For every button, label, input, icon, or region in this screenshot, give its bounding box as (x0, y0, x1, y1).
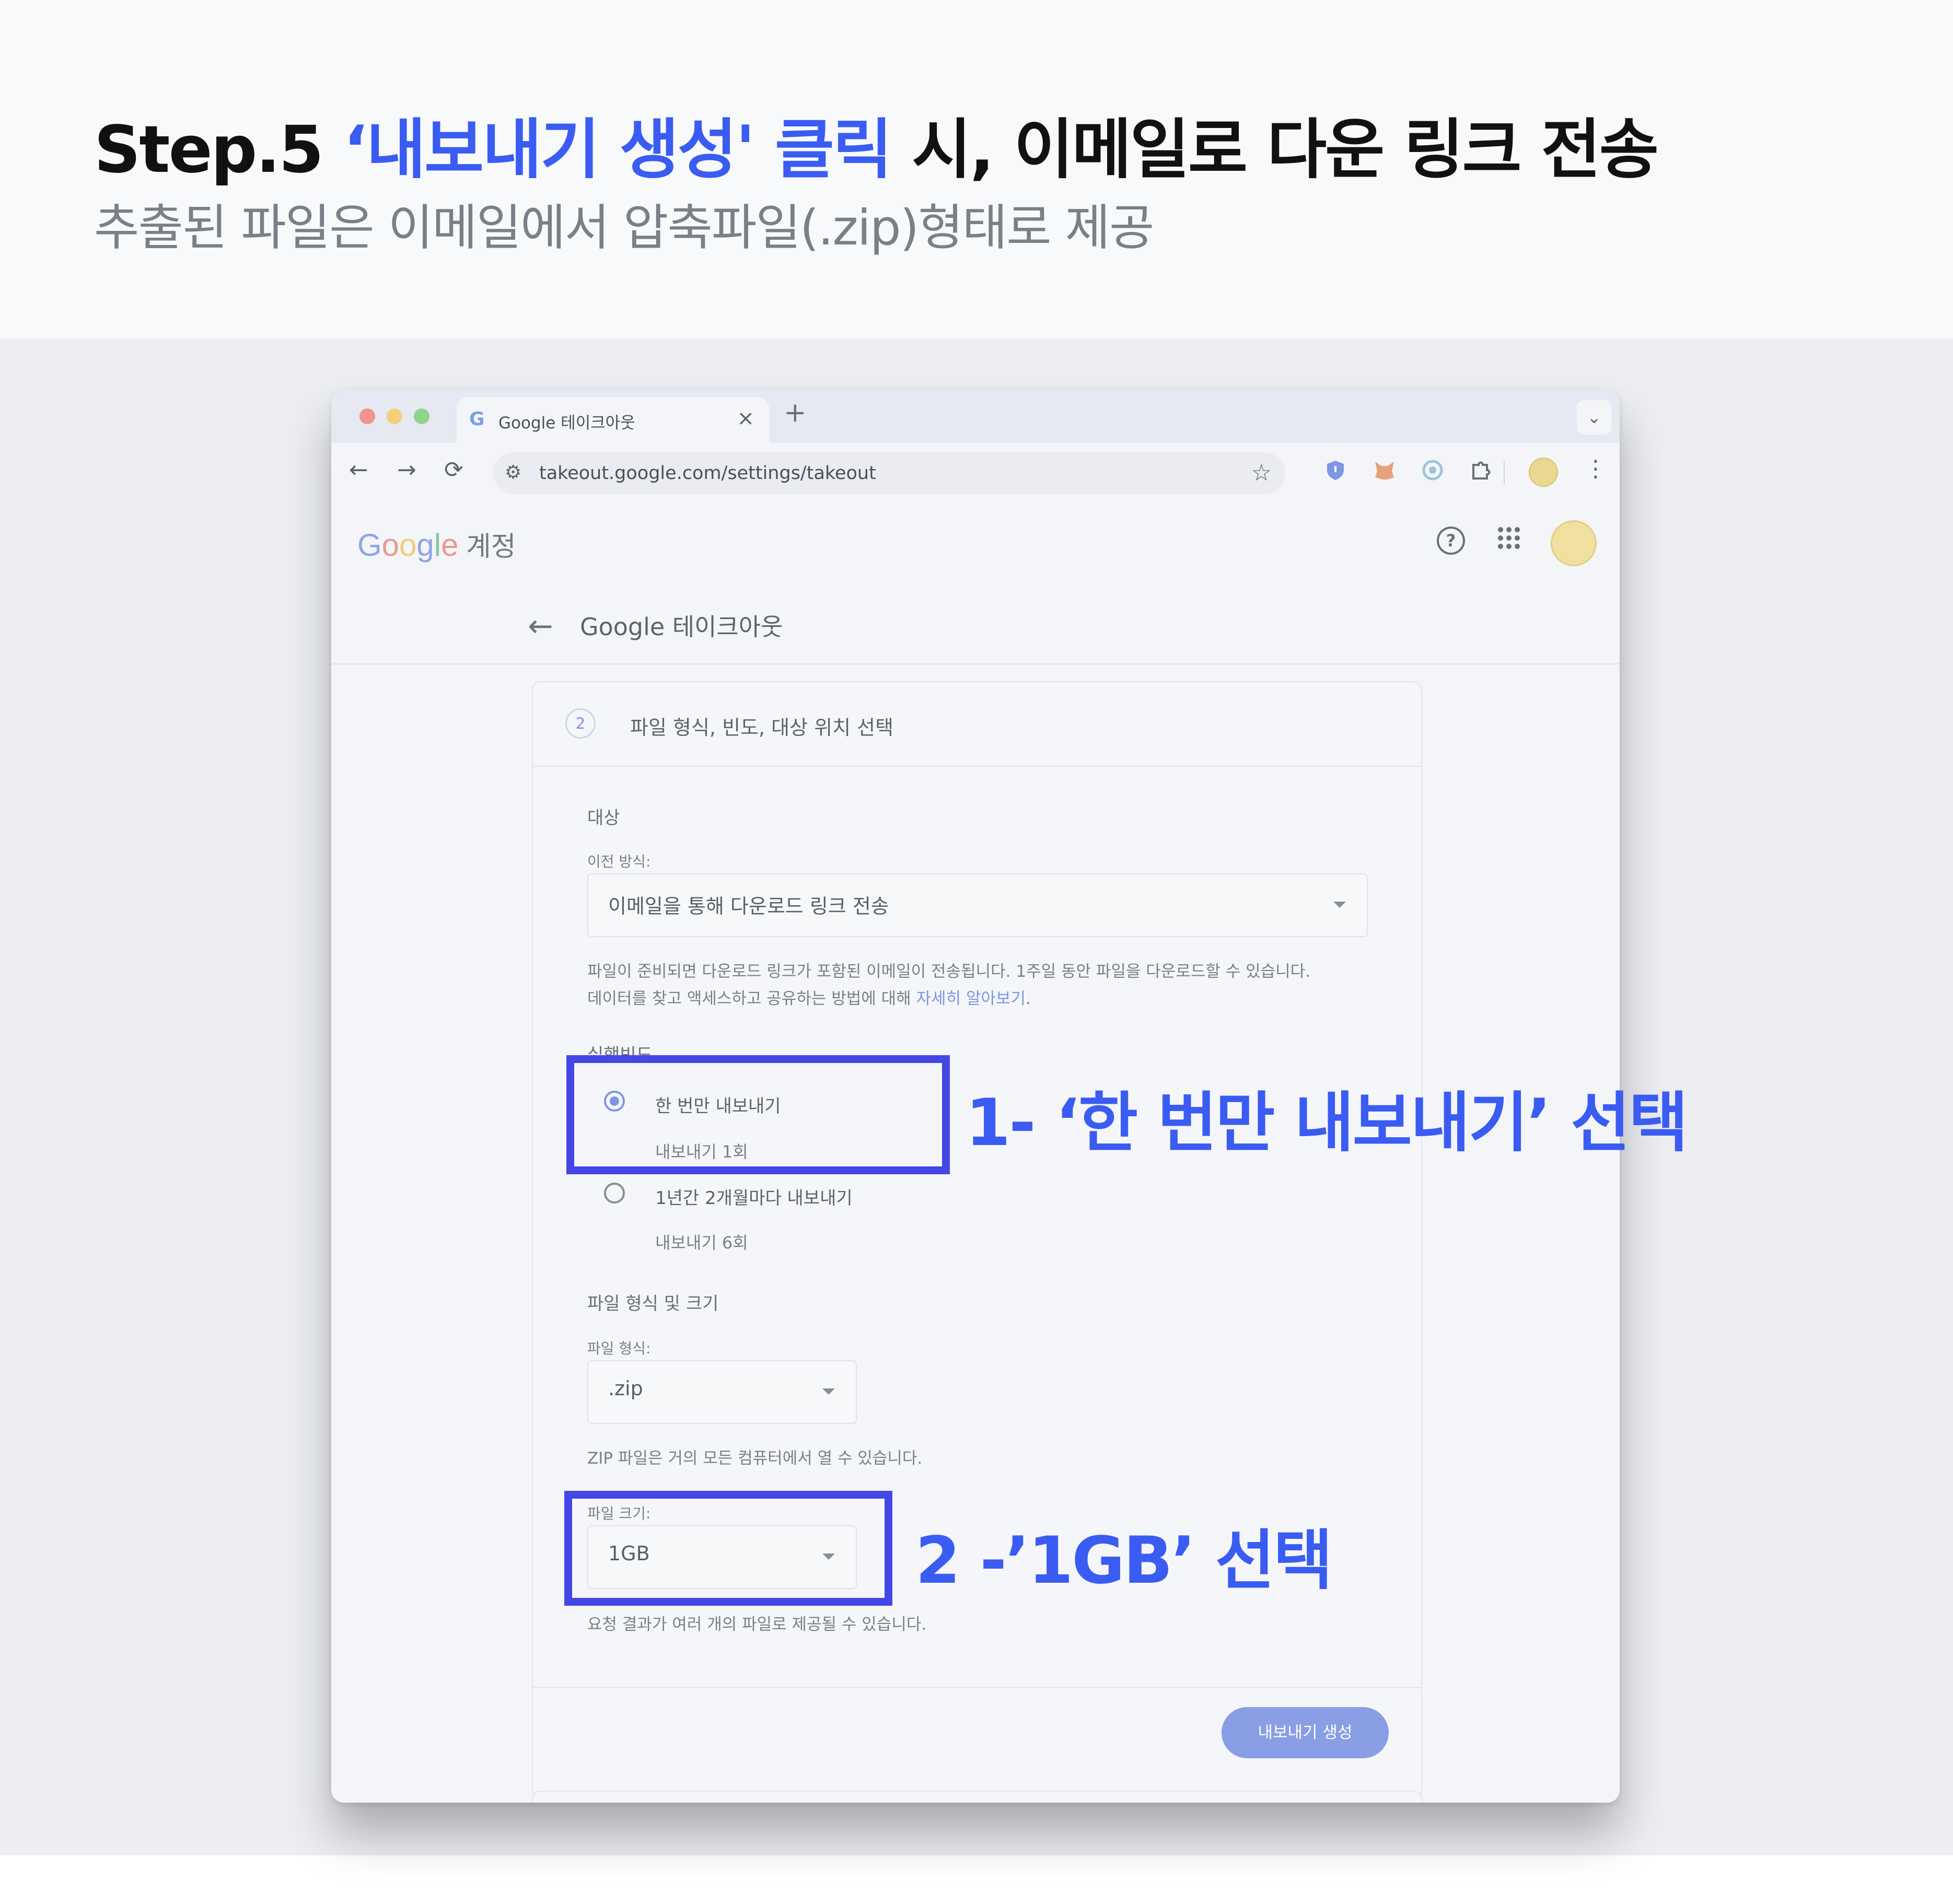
new-tab-icon[interactable]: + (784, 397, 807, 428)
google-logo-letter: g (416, 528, 434, 563)
page-title: Google 테이크아웃 (580, 613, 783, 641)
tab-google-takeout[interactable]: G Google 테이크아웃 × (457, 397, 769, 443)
create-export-button[interactable]: 내보내기 생성 (1222, 1707, 1389, 1758)
export-bimonthly-label[interactable]: 1년간 2개월마다 내보내기 (655, 1184, 853, 1209)
maximize-window-dot[interactable] (414, 408, 429, 424)
forward-icon[interactable]: → (397, 457, 416, 483)
annotation-2: 2 -’1GB’ 선택 (915, 1523, 1333, 1598)
browser-toolbar: ← → ⟳ ⚙ takeout.google.com/settings/take… (331, 443, 1620, 505)
google-logo-letter: l (434, 528, 441, 563)
file-type-value: .zip (608, 1377, 643, 1400)
back-arrow-icon[interactable]: ← (528, 608, 553, 644)
step-subtitle: 추출된 파일은 이메일에서 압축파일(.zip)형태로 제공 (94, 200, 1154, 256)
step-label: Step.5 (94, 112, 343, 188)
google-logo-letter: o (399, 528, 417, 563)
export-bimonthly-sub: 내보내기 6회 (655, 1233, 748, 1253)
tab-bar: G Google 테이크아웃 × + ⌄ (331, 390, 1620, 443)
back-icon[interactable]: ← (349, 457, 368, 483)
google-logo-letter: e (441, 528, 459, 563)
url-text[interactable]: takeout.google.com/settings/takeout (539, 463, 876, 484)
next-card (532, 1791, 1422, 1803)
account-header: Google 계정 ? ← Google 테이크아웃 (331, 504, 1620, 664)
apps-grid-icon[interactable] (1496, 525, 1521, 551)
transfer-method-value: 이메일을 통해 다운로드 링크 전송 (608, 895, 889, 918)
account-avatar[interactable] (1551, 520, 1597, 566)
radio-export-bimonthly[interactable] (604, 1183, 625, 1204)
more-menu-icon[interactable]: ⋮ (1584, 455, 1607, 482)
file-type-label: 파일 형식: (587, 1340, 651, 1357)
transfer-method-label: 이전 방식: (587, 853, 651, 870)
transfer-method-select[interactable]: 이메일을 통해 다운로드 링크 전송 (587, 873, 1368, 937)
file-type-select[interactable]: .zip (587, 1360, 857, 1424)
transfer-help-text: 파일이 준비되면 다운로드 링크가 포함된 이메일이 전송됩니다. 1주일 동안… (587, 962, 1311, 981)
export-settings-card: 2 파일 형식, 빈도, 대상 위치 선택 대상 이전 방식: 이메일을 통해 … (532, 681, 1422, 1799)
learn-more-suffix: . (1026, 989, 1031, 1008)
file-size-help: 요청 결과가 여러 개의 파일로 제공될 수 있습니다. (587, 1615, 927, 1634)
reload-icon[interactable]: ⟳ (444, 457, 463, 483)
file-type-heading: 파일 형식 및 크기 (587, 1293, 719, 1314)
close-icon[interactable]: × (737, 406, 754, 430)
card-title: 파일 형식, 빈도, 대상 위치 선택 (630, 716, 894, 739)
star-icon[interactable]: ☆ (1251, 460, 1272, 486)
step-number: 2 (565, 708, 596, 739)
destination-heading: 대상 (587, 808, 620, 828)
dropdown-caret-icon (822, 1388, 835, 1395)
card-footer-divider (533, 1687, 1421, 1688)
fox-extension-icon[interactable] (1373, 459, 1396, 482)
tab-title: Google 테이크아웃 (498, 414, 635, 433)
transfer-help-text-2-body: 데이터를 찾고 액세스하고 공유하는 방법에 대해 (587, 989, 916, 1008)
google-logo: Google (357, 528, 459, 563)
chevron-down-icon[interactable]: ⌄ (1577, 400, 1611, 435)
file-type-help: ZIP 파일은 거의 모든 컴퓨터에서 열 수 있습니다. (587, 1449, 923, 1468)
account-label: 계정 (458, 532, 516, 562)
spiral-extension-icon[interactable] (1421, 459, 1444, 482)
puzzle-extension-icon[interactable] (1469, 459, 1492, 482)
google-account-logo[interactable]: Google 계정 (357, 524, 516, 564)
google-logo-letter: o (381, 528, 400, 563)
google-logo-letter: G (357, 528, 382, 563)
highlight-box-file-size (564, 1491, 892, 1606)
step-rest: 시, 이메일로 다운 링크 전송 (891, 112, 1659, 188)
learn-more-link[interactable]: 자세히 알아보기 (916, 989, 1026, 1008)
profile-avatar[interactable] (1529, 458, 1558, 487)
hero-banner: Step.5 ‘내보내기 생성' 클릭 시, 이메일로 다운 링크 전송 추출된… (0, 0, 1953, 338)
address-bar[interactable]: ⚙ takeout.google.com/settings/takeout ☆ (493, 452, 1285, 494)
help-icon[interactable]: ? (1437, 527, 1465, 555)
annotation-1: 1- ‘한 번만 내보내기’ 선택 (966, 1085, 1688, 1161)
transfer-help-text-2: 데이터를 찾고 액세스하고 공유하는 방법에 대해 자세히 알아보기. (587, 985, 1031, 1009)
close-window-dot[interactable] (359, 408, 375, 424)
site-settings-icon[interactable]: ⚙ (505, 462, 521, 483)
dropdown-caret-icon (1333, 902, 1346, 908)
step-title: Step.5 ‘내보내기 생성' 클릭 시, 이메일로 다운 링크 전송 (94, 97, 1659, 191)
highlight-box-export-once (566, 1055, 950, 1174)
minimize-window-dot[interactable] (387, 408, 402, 424)
google-favicon-icon: G (469, 408, 485, 430)
card-header: 2 파일 형식, 빈도, 대상 위치 선택 (533, 682, 1421, 767)
toolbar-separator (1504, 461, 1505, 484)
step-highlight: ‘내보내기 생성' 클릭 (343, 112, 892, 188)
shield-extension-icon[interactable] (1324, 459, 1347, 482)
